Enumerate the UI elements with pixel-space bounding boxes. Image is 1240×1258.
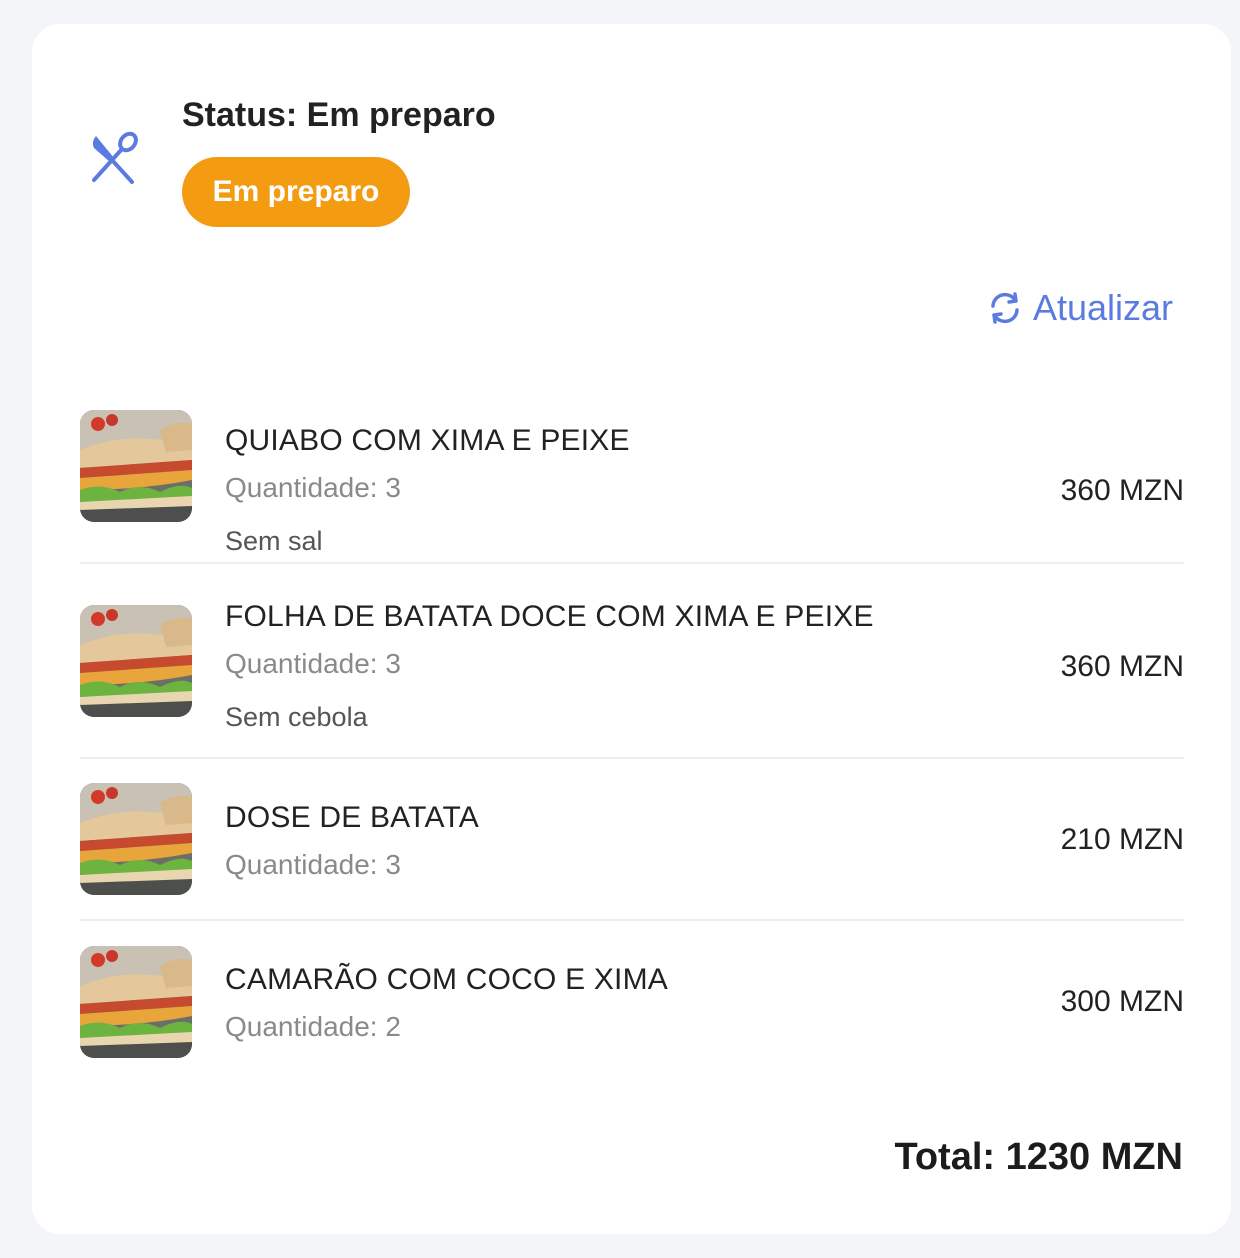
- order-item[interactable]: QUIABO COM XIMA E PEIXE Quantidade: 3 Se…: [80, 384, 1184, 564]
- item-note: Sem sal: [225, 526, 323, 556]
- sandwich-image: [80, 783, 192, 895]
- status-title: Status: Em preparo: [182, 96, 496, 134]
- order-items-list: QUIABO COM XIMA E PEIXE Quantidade: 3 Se…: [80, 384, 1184, 1091]
- item-note: Sem cebola: [225, 702, 368, 732]
- refresh-label: Atualizar: [1032, 287, 1173, 328]
- item-price: 360 MZN: [1060, 650, 1184, 683]
- item-name: DOSE DE BATATA: [225, 801, 479, 834]
- order-item[interactable]: FOLHA DE BATATA DOCE COM XIMA E PEIXE Qu…: [80, 564, 1184, 759]
- item-name: QUIABO COM XIMA E PEIXE: [225, 424, 630, 457]
- order-item[interactable]: CAMARÃO COM COCO E XIMA Quantidade: 2 30…: [80, 921, 1184, 1091]
- item-quantity: Quantidade: 2: [225, 1011, 401, 1042]
- item-quantity: Quantidade: 3: [225, 849, 401, 880]
- sandwich-image: [80, 946, 192, 1058]
- item-name: CAMARÃO COM COCO E XIMA: [225, 963, 668, 996]
- item-quantity: Quantidade: 3: [225, 472, 401, 503]
- item-price: 210 MZN: [1060, 823, 1184, 856]
- status-badge: Em preparo: [182, 157, 410, 227]
- item-price: 300 MZN: [1060, 985, 1184, 1018]
- refresh-icon: [987, 290, 1023, 326]
- order-total: Total: 1230 MZN: [894, 1136, 1183, 1178]
- refresh-button[interactable]: Atualizar: [987, 284, 1173, 332]
- sandwich-image: [80, 605, 192, 717]
- sandwich-image: [80, 410, 192, 522]
- item-quantity: Quantidade: 3: [225, 648, 401, 679]
- order-card: Status: Em preparo Em preparo Atualizar: [32, 24, 1231, 1234]
- order-item[interactable]: DOSE DE BATATA Quantidade: 3 210 MZN: [80, 759, 1184, 921]
- item-name: FOLHA DE BATATA DOCE COM XIMA E PEIXE: [225, 600, 874, 633]
- utensils-icon: [84, 128, 144, 188]
- item-price: 360 MZN: [1060, 474, 1184, 507]
- order-status-header: Status: Em preparo Em preparo: [32, 24, 1231, 264]
